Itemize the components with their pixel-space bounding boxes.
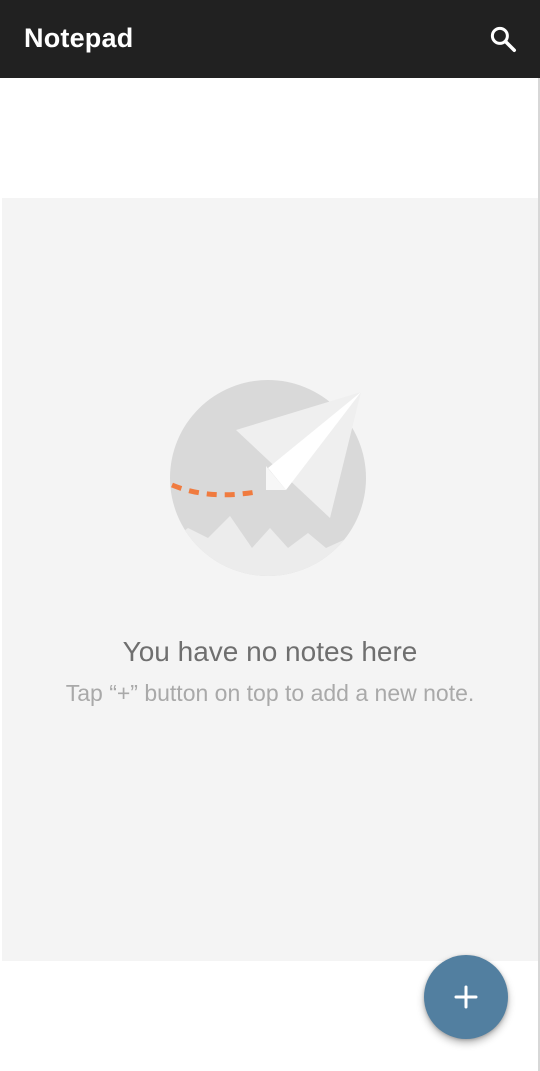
add-note-button[interactable] bbox=[424, 955, 508, 1039]
empty-state-subtitle: Tap “+” button on top to add a new note. bbox=[65, 680, 475, 706]
app-bar: Notepad bbox=[0, 0, 540, 78]
empty-notes-panel: You have no notes here Tap “+” button on… bbox=[2, 198, 538, 961]
search-icon bbox=[490, 26, 516, 52]
search-button[interactable] bbox=[480, 16, 526, 62]
plus-icon bbox=[454, 985, 478, 1009]
empty-state-title: You have no notes here bbox=[122, 636, 418, 667]
app-title: Notepad bbox=[24, 23, 134, 53]
paper-plane-icon bbox=[170, 380, 366, 576]
